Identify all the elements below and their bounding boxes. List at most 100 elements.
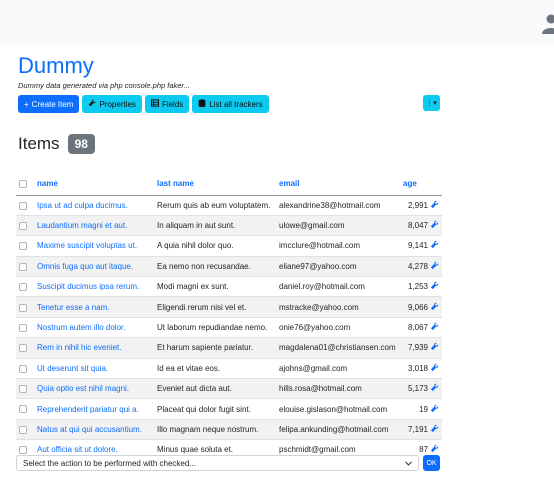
row-checkbox[interactable]: [19, 221, 27, 230]
column-header-age[interactable]: age: [400, 173, 428, 196]
cell-age: 9,066: [400, 296, 428, 318]
bulk-action-select[interactable]: Select the action to be performed with c…: [16, 455, 419, 471]
cell-name[interactable]: Reprehenderit pariatur qui a.: [34, 398, 154, 420]
row-checkbox[interactable]: [19, 201, 27, 210]
cell-age: 1,253: [400, 276, 428, 298]
column-header-last-name[interactable]: last name: [154, 173, 276, 196]
list-trackers-button[interactable]: List all trackers: [192, 95, 269, 113]
row-checkbox[interactable]: [19, 446, 27, 455]
cell-name[interactable]: Ut deserunt sit quia.: [34, 358, 154, 380]
wrench-icon[interactable]: [428, 276, 442, 298]
row-checkbox[interactable]: [19, 283, 27, 292]
wrench-icon[interactable]: [428, 317, 442, 339]
row-select-cell: [16, 337, 34, 359]
cell-name[interactable]: Ipsa ut ad culpa ducimus.: [34, 195, 154, 216]
fields-label: Fields: [161, 99, 184, 109]
ok-button[interactable]: OK: [423, 455, 440, 471]
row-checkbox[interactable]: [19, 405, 27, 414]
items-title: Items: [18, 134, 60, 153]
cell-email: ajohns@gmail.com: [276, 358, 400, 380]
cell-email: imcclure@hotmail.com: [276, 235, 400, 257]
properties-button[interactable]: Properties: [82, 95, 142, 113]
wrench-icon[interactable]: [428, 296, 442, 318]
create-item-button[interactable]: + Create Item: [18, 95, 80, 113]
column-header-name[interactable]: name: [34, 173, 154, 196]
row-checkbox[interactable]: [19, 344, 27, 353]
cell-last-name: A quia nihil dolor quo.: [154, 235, 276, 257]
page-subtitle: Dummy data generated via php console.php…: [18, 81, 190, 90]
toolbar: + Create Item Properties Fields List all…: [18, 95, 269, 113]
cell-name[interactable]: Aut officia sit ut dolore.: [34, 439, 154, 456]
wrench-icon[interactable]: [428, 378, 442, 400]
cell-name[interactable]: Quia optio est nihil magni.: [34, 378, 154, 400]
cell-name[interactable]: Nostrum autem illo dolor.: [34, 317, 154, 339]
row-checkbox[interactable]: [19, 242, 27, 251]
cell-last-name: Rerum quis ab eum voluptatem.: [154, 195, 276, 216]
database-icon: [198, 98, 206, 110]
row-select-cell: [16, 215, 34, 237]
cell-email: elouise.gislason@hotmail.com: [276, 398, 400, 420]
cell-email: onie76@yahoo.com: [276, 317, 400, 339]
wrench-icon[interactable]: [428, 439, 442, 456]
cell-last-name: Id ea et vitae eos.: [154, 358, 276, 380]
table-row: Omnis fuga quo aut itaque. Ea nemo non re…: [16, 256, 442, 278]
cell-name[interactable]: Natus at qui qui accusantium.: [34, 419, 154, 441]
properties-label: Properties: [99, 99, 136, 109]
wrench-icon[interactable]: [428, 235, 442, 257]
cell-last-name: Minus quae soluta et.: [154, 439, 276, 456]
cell-name[interactable]: Tenetur esse a nam.: [34, 296, 154, 318]
row-select-cell: [16, 276, 34, 298]
cell-last-name: Ut laborum repudiandae nemo.: [154, 317, 276, 339]
row-checkbox[interactable]: [19, 425, 27, 434]
wrench-icon[interactable]: [428, 215, 442, 237]
cell-last-name: Modi magni ex sunt.: [154, 276, 276, 298]
row-checkbox[interactable]: [19, 364, 27, 373]
cell-email: magdalena01@christiansen.com: [276, 337, 400, 359]
cell-name[interactable]: Maxime suscipit voluptas ut.: [34, 235, 154, 257]
cell-name[interactable]: Rem in nihil hic eveniet.: [34, 337, 154, 359]
bulk-action-bar: Select the action to be performed with c…: [16, 455, 442, 471]
create-item-label: Create Item: [31, 99, 74, 109]
select-all-checkbox[interactable]: [19, 180, 27, 189]
column-header-email[interactable]: email: [276, 173, 400, 196]
wrench-icon[interactable]: [428, 358, 442, 380]
wrench-icon[interactable]: [428, 398, 442, 420]
row-checkbox[interactable]: [19, 303, 27, 312]
page-title: Dummy: [18, 53, 94, 78]
row-select-cell: [16, 296, 34, 318]
wrench-icon[interactable]: [428, 337, 442, 359]
user-icon[interactable]: [540, 12, 554, 34]
row-checkbox[interactable]: [19, 323, 27, 332]
cell-last-name: Eligendi rerum nisi vel et.: [154, 296, 276, 318]
table-row: Nostrum autem illo dolor. Ut laborum repu…: [16, 317, 442, 339]
cell-name[interactable]: Omnis fuga quo aut itaque.: [34, 256, 154, 278]
row-select-cell: [16, 439, 34, 456]
more-actions-dropdown[interactable]: ⋮▾: [423, 95, 440, 111]
table-row: Suscipit ducimus ipsa rerum. Modi magni e…: [16, 276, 442, 298]
row-select-cell: [16, 256, 34, 278]
wrench-icon[interactable]: [428, 256, 442, 278]
cell-age: 2,991: [400, 195, 428, 216]
cell-age: 7,191: [400, 419, 428, 441]
cell-name[interactable]: Laudantium magni et aut.: [34, 215, 154, 237]
fields-button[interactable]: Fields: [144, 95, 190, 113]
cell-age: 19: [400, 398, 428, 420]
cell-email: eliane97@yahoo.com: [276, 256, 400, 278]
row-checkbox[interactable]: [19, 385, 27, 394]
wrench-icon: [88, 99, 96, 109]
cell-age: 87: [400, 439, 428, 456]
row-select-cell: [16, 317, 34, 339]
cell-email: alexandrine38@hotmail.com: [276, 195, 400, 216]
table-icon: [150, 99, 160, 109]
wrench-icon[interactable]: [428, 195, 442, 216]
cell-age: 5,173: [400, 378, 428, 400]
table-row: Quia optio est nihil magni. Eveniet aut d…: [16, 378, 442, 400]
row-select-cell: [16, 358, 34, 380]
row-checkbox[interactable]: [19, 262, 27, 271]
table-header-row: name last name email age: [16, 173, 442, 196]
wrench-icon[interactable]: [428, 419, 442, 441]
table-row: Reprehenderit pariatur qui a. Placeat qui…: [16, 398, 442, 420]
cell-last-name: Ea nemo non recusandae.: [154, 256, 276, 278]
cell-name[interactable]: Suscipit ducimus ipsa rerum.: [34, 276, 154, 298]
table-row: Aut officia sit ut dolore. Minus quae sol…: [16, 439, 442, 456]
